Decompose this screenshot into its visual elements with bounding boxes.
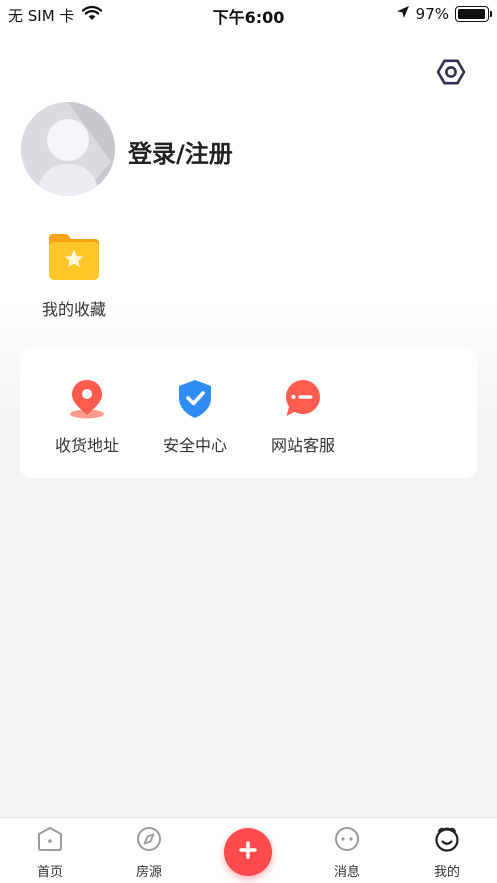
security-entry[interactable]: 安全中心 <box>150 378 240 456</box>
compass-icon <box>135 827 163 856</box>
login-register-link[interactable]: 登录/注册 <box>128 134 233 169</box>
folder-star-icon <box>46 234 102 286</box>
gear-hexagon-icon <box>436 57 466 91</box>
shield-check-icon <box>175 380 215 424</box>
tab-home-label: 首页 <box>36 865 63 880</box>
tab-listings-label: 房源 <box>135 865 162 880</box>
chat-bubble-icon <box>283 380 323 424</box>
location-arrow-icon <box>396 5 410 23</box>
address-entry[interactable]: 收货地址 <box>42 378 132 456</box>
settings-button[interactable] <box>434 57 468 91</box>
publish-button[interactable] <box>224 828 272 876</box>
customer-service-label: 网站客服 <box>270 436 335 455</box>
favorites-label: 我的收藏 <box>41 300 106 319</box>
status-bar: 无 SIM 卡 下午6:00 97% <box>0 0 497 28</box>
tab-listings[interactable]: 房源 <box>119 826 179 880</box>
favorites-entry[interactable]: 我的收藏 <box>30 230 118 320</box>
address-label: 收货地址 <box>54 436 119 455</box>
tab-messages[interactable]: 消息 <box>317 826 377 880</box>
customer-service-entry[interactable]: 网站客服 <box>258 378 348 456</box>
avatar[interactable] <box>21 102 115 196</box>
plus-icon <box>238 840 258 864</box>
status-right: 97% <box>396 5 492 23</box>
smile-icon <box>433 827 461 856</box>
tab-messages-label: 消息 <box>333 865 360 880</box>
tab-mine-label: 我的 <box>433 865 460 880</box>
services-card: 收货地址 安全中心 网站客服 <box>20 348 477 478</box>
default-avatar-icon <box>21 102 115 196</box>
battery-percent: 97% <box>415 5 449 23</box>
message-icon <box>333 827 361 856</box>
location-pin-icon <box>67 380 107 424</box>
tab-mine[interactable]: 我的 <box>417 826 477 880</box>
home-icon <box>36 827 64 856</box>
security-label: 安全中心 <box>162 436 227 455</box>
battery-fill <box>458 9 486 19</box>
battery-icon <box>455 6 492 22</box>
tab-home[interactable]: 首页 <box>20 826 80 880</box>
